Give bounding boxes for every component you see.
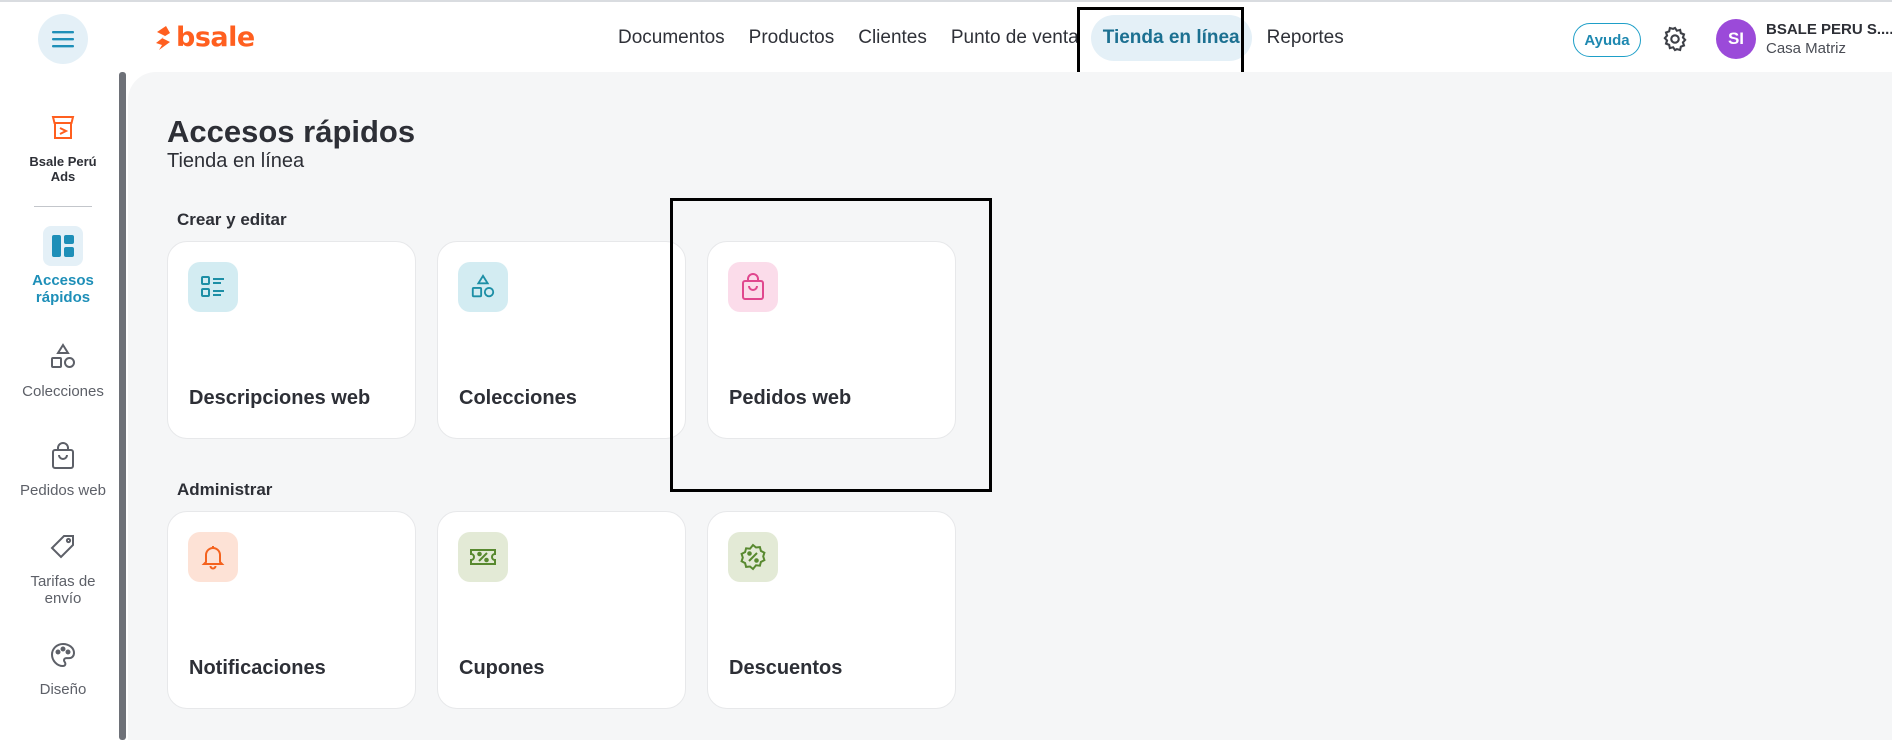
sidebar-item-label: Colecciones xyxy=(22,383,104,400)
brand-name: bsale xyxy=(176,22,255,53)
nav-documentos[interactable]: Documentos xyxy=(606,15,737,61)
card-notificaciones[interactable]: Notificaciones xyxy=(167,511,416,709)
section-title-crear-y-editar: Crear y editar xyxy=(177,210,287,229)
dashboard-icon xyxy=(52,235,74,257)
sidebar-item-label: Tarifas de envío xyxy=(30,573,96,607)
sidebar-item-bsale-peru-ads[interactable]: Bsale Perú Ads xyxy=(0,108,126,184)
shapes-icon xyxy=(51,343,75,368)
nav-punto-de-venta[interactable]: Punto de venta xyxy=(939,15,1091,61)
user-branch: Casa Matriz xyxy=(1766,40,1847,57)
bell-icon xyxy=(201,546,225,570)
avatar[interactable]: SI xyxy=(1716,19,1756,59)
sidebar-item-accesos-rapidos[interactable]: Accesos rápidos xyxy=(0,226,126,306)
nav-reportes[interactable]: Reportes xyxy=(1255,15,1356,61)
bsale-logo-icon xyxy=(156,25,170,50)
sidebar-item-colecciones[interactable]: Colecciones xyxy=(0,337,126,400)
palette-icon xyxy=(50,642,76,668)
card-label: Notificaciones xyxy=(189,657,326,679)
hamburger-icon xyxy=(52,31,74,48)
top-bar: bsale Documentos Productos Clientes Punt… xyxy=(0,0,1892,76)
card-descuentos[interactable]: Descuentos xyxy=(707,511,956,709)
help-button[interactable]: Ayuda xyxy=(1573,23,1641,57)
sidebar-item-label: Diseño xyxy=(39,681,87,698)
tag-icon xyxy=(50,535,74,559)
card-pedidos-web[interactable]: Pedidos web xyxy=(707,241,956,439)
card-label: Pedidos web xyxy=(729,387,852,409)
hamburger-menu-button[interactable] xyxy=(38,14,88,64)
card-cupones[interactable]: Cupones xyxy=(437,511,686,709)
bsale-logo[interactable]: bsale xyxy=(154,22,255,53)
shapes-icon xyxy=(471,274,495,298)
card-label: Descuentos xyxy=(729,657,843,679)
nav-clientes[interactable]: Clientes xyxy=(846,15,939,61)
discount-badge-icon xyxy=(740,543,766,571)
shopping-bag-icon xyxy=(52,442,74,469)
sidebar-item-diseno[interactable]: Diseño xyxy=(0,635,126,698)
sidebar-item-tarifas-de-envio[interactable]: Tarifas de envío xyxy=(0,527,126,607)
store-ads-icon xyxy=(51,116,75,139)
section-title-administrar: Administrar xyxy=(177,480,273,499)
nav-tienda-en-linea[interactable]: Tienda en línea xyxy=(1090,15,1252,61)
card-label: Colecciones xyxy=(459,387,577,409)
nav-productos[interactable]: Productos xyxy=(737,15,847,61)
sidebar-item-label: Pedidos web xyxy=(20,482,106,499)
user-company-name[interactable]: BSALE PERU S.... xyxy=(1766,21,1892,38)
card-colecciones[interactable]: Colecciones xyxy=(437,241,686,439)
coupon-icon xyxy=(470,549,496,565)
main-nav: Documentos Productos Clientes Punto de v… xyxy=(606,2,1356,74)
shopping-bag-icon xyxy=(742,273,764,300)
sidebar-item-pedidos-web[interactable]: Pedidos web xyxy=(0,436,126,499)
gear-icon[interactable] xyxy=(1661,25,1689,53)
list-icon xyxy=(201,276,224,297)
card-label: Cupones xyxy=(459,657,545,679)
sidebar-item-label: Accesos rápidos xyxy=(32,272,94,306)
sidebar-divider xyxy=(34,206,92,207)
card-label: Descripciones web xyxy=(189,387,371,409)
sidebar-item-label: Bsale Perú Ads xyxy=(29,154,97,184)
page-title: Accesos rápidos xyxy=(167,114,416,149)
page-subtitle: Tienda en línea xyxy=(167,150,305,172)
card-descripciones-web[interactable]: Descripciones web xyxy=(167,241,416,439)
